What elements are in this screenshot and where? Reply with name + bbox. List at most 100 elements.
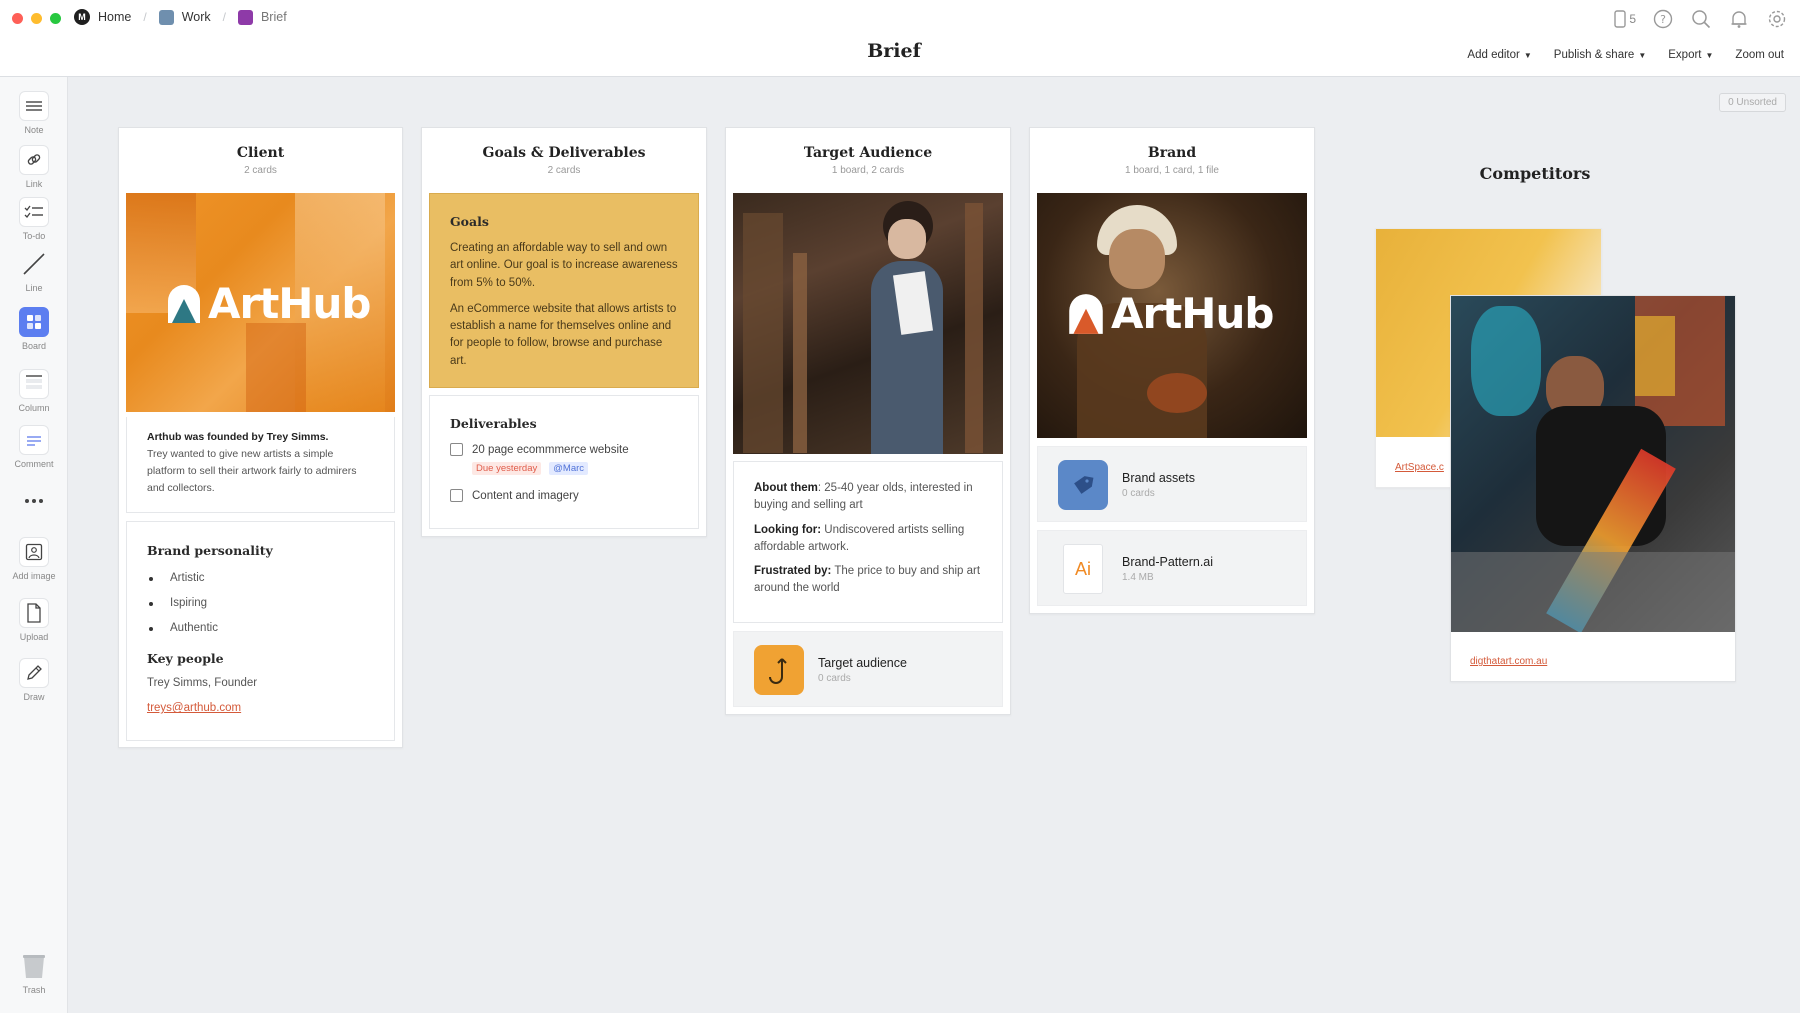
more-icon [19, 491, 49, 511]
left-toolbar: Note Link To-do Line Board Column Commen… [0, 77, 68, 1013]
digthatart-image[interactable] [1451, 296, 1735, 632]
email-link[interactable]: treys@arthub.com [147, 702, 241, 714]
image-icon [19, 537, 49, 567]
svg-text:?: ? [1660, 13, 1666, 26]
digthatart-link[interactable]: digthatart.com.au [1470, 656, 1547, 667]
due-date-badge[interactable]: Due yesterday [472, 462, 542, 475]
breadcrumb-brief[interactable]: Brief [237, 9, 287, 25]
deliverables-card[interactable]: Deliverables 20 page ecommmerce website … [429, 395, 699, 529]
tool-todo[interactable]: To-do [0, 197, 68, 241]
todo-checkbox[interactable] [450, 489, 463, 502]
breadcrumb: M Home / Work / Brief [74, 9, 287, 25]
breadcrumb-separator: / [222, 10, 226, 24]
close-window-button[interactable] [12, 13, 23, 24]
chevron-down-icon: ▼ [1523, 50, 1532, 60]
more-tools-button[interactable] [0, 491, 68, 511]
assignee-badge[interactable]: @Marc [549, 462, 589, 475]
link-icon [19, 145, 49, 175]
arthub-logo: ArtHub [1067, 289, 1274, 338]
tool-column[interactable]: Column [0, 369, 68, 413]
minimize-window-button[interactable] [31, 13, 42, 24]
column-brand[interactable]: Brand 1 board, 1 card, 1 file ArtHub Bra… [1029, 127, 1315, 614]
trash-icon [19, 951, 49, 981]
list-item: Artistic [147, 566, 374, 591]
tag-board-icon [1058, 460, 1108, 510]
publish-share-button[interactable]: Publish & share ▼ [1554, 49, 1646, 61]
gear-icon[interactable] [1766, 8, 1788, 30]
todo-icon [19, 197, 49, 227]
phone-icon [1614, 10, 1627, 28]
column-subtitle: 1 board, 1 card, 1 file [1125, 165, 1219, 176]
column-target-audience[interactable]: Target Audience 1 board, 2 cards About t… [725, 127, 1011, 715]
help-icon[interactable]: ? [1652, 8, 1674, 30]
column-goals-deliverables[interactable]: Goals & Deliverables 2 cards Goals Creat… [421, 127, 707, 537]
column-icon [19, 369, 49, 399]
artspace-link[interactable]: ArtSpace.c [1395, 462, 1444, 473]
founder-card[interactable]: Arthub was founded by Trey Simms. Trey w… [126, 417, 395, 513]
title-bar: M Home / Work / Brief Brief 5 ? Add edit… [0, 0, 1800, 77]
audience-profile-card[interactable]: About them: 25-40 year olds, interested … [733, 461, 1003, 623]
brand-personality-heading: Brand personality [147, 543, 273, 558]
brand-assets-board[interactable]: Brand assets 0 cards [1037, 446, 1307, 522]
unsorted-counter[interactable]: 0 Unsorted [1719, 93, 1786, 112]
list-item: Ispiring [147, 591, 374, 616]
tool-draw[interactable]: Draw [0, 658, 68, 702]
audience-photo[interactable] [733, 193, 1003, 454]
goals-card[interactable]: Goals Creating an affordable way to sell… [429, 193, 699, 388]
bell-icon[interactable] [1728, 8, 1750, 30]
column-title: Goals & Deliverables [482, 145, 646, 161]
column-subtitle: 1 board, 2 cards [831, 165, 905, 176]
line-icon [19, 249, 49, 279]
tool-upload[interactable]: Upload [0, 598, 68, 642]
column-client[interactable]: Client 2 cards ArtHub Arthub was founded… [118, 127, 403, 748]
tool-note[interactable]: Note [0, 91, 68, 135]
upload-icon [19, 598, 49, 628]
column-subtitle: 2 cards [547, 165, 581, 176]
chevron-down-icon: ▼ [1638, 50, 1647, 60]
brand-personality-card[interactable]: Brand personality Artistic Ispiring Auth… [126, 521, 395, 741]
chevron-down-icon: ▼ [1705, 50, 1714, 60]
search-icon[interactable] [1690, 8, 1712, 30]
zoom-out-button[interactable]: Zoom out [1735, 49, 1784, 61]
board-color-icon [158, 9, 174, 25]
column-title: Brand [1147, 145, 1197, 161]
brand-pattern-file[interactable]: Ai Brand-Pattern.ai 1.4 MB [1037, 530, 1307, 606]
milanote-logo-icon: M [74, 9, 90, 25]
note-icon [19, 91, 49, 121]
tool-link[interactable]: Link [0, 145, 68, 189]
tool-line[interactable]: Line [0, 249, 68, 293]
arthub-brand-image[interactable]: ArtHub [1037, 193, 1307, 438]
column-subtitle: 2 cards [244, 165, 277, 176]
arthub-logo: ArtHub [166, 279, 371, 328]
export-button[interactable]: Export ▼ [1668, 49, 1713, 61]
personality-list: Artistic Ispiring Authentic [147, 566, 374, 641]
breadcrumb-work[interactable]: Work [158, 9, 211, 25]
add-editor-button[interactable]: Add editor ▼ [1467, 49, 1531, 61]
breadcrumb-home[interactable]: M Home [74, 9, 131, 25]
maximize-window-button[interactable] [50, 13, 61, 24]
breadcrumb-separator: / [143, 10, 147, 24]
tool-board[interactable]: Board [0, 307, 68, 351]
arrow-board-icon [754, 645, 804, 695]
goals-heading: Goals [450, 214, 489, 229]
target-audience-board[interactable]: Target audience 0 cards [733, 631, 1003, 707]
todo-checkbox[interactable] [450, 443, 463, 456]
competitor-card-digthatart[interactable]: digthatart.com.au [1450, 295, 1736, 682]
board-icon [19, 307, 49, 337]
competitors-heading: Competitors [1479, 164, 1591, 183]
comment-icon [19, 425, 49, 455]
column-title: Target Audience [803, 145, 933, 161]
trash-button[interactable]: Trash [0, 951, 68, 995]
column-title: Client [236, 145, 285, 161]
todo-item[interactable]: 20 page ecommmerce website [450, 443, 678, 456]
tool-comment[interactable]: Comment [0, 425, 68, 469]
tool-add-image[interactable]: Add image [0, 537, 68, 581]
draw-icon [19, 658, 49, 688]
arthub-client-image[interactable]: ArtHub [126, 193, 395, 412]
devices-button[interactable]: 5 [1614, 10, 1636, 28]
list-item: Authentic [147, 616, 374, 641]
key-person: Trey Simms, Founder [147, 677, 258, 689]
todo-item[interactable]: Content and imagery [450, 489, 678, 502]
illustrator-file-icon: Ai [1063, 544, 1103, 594]
key-people-heading: Key people [147, 651, 224, 666]
